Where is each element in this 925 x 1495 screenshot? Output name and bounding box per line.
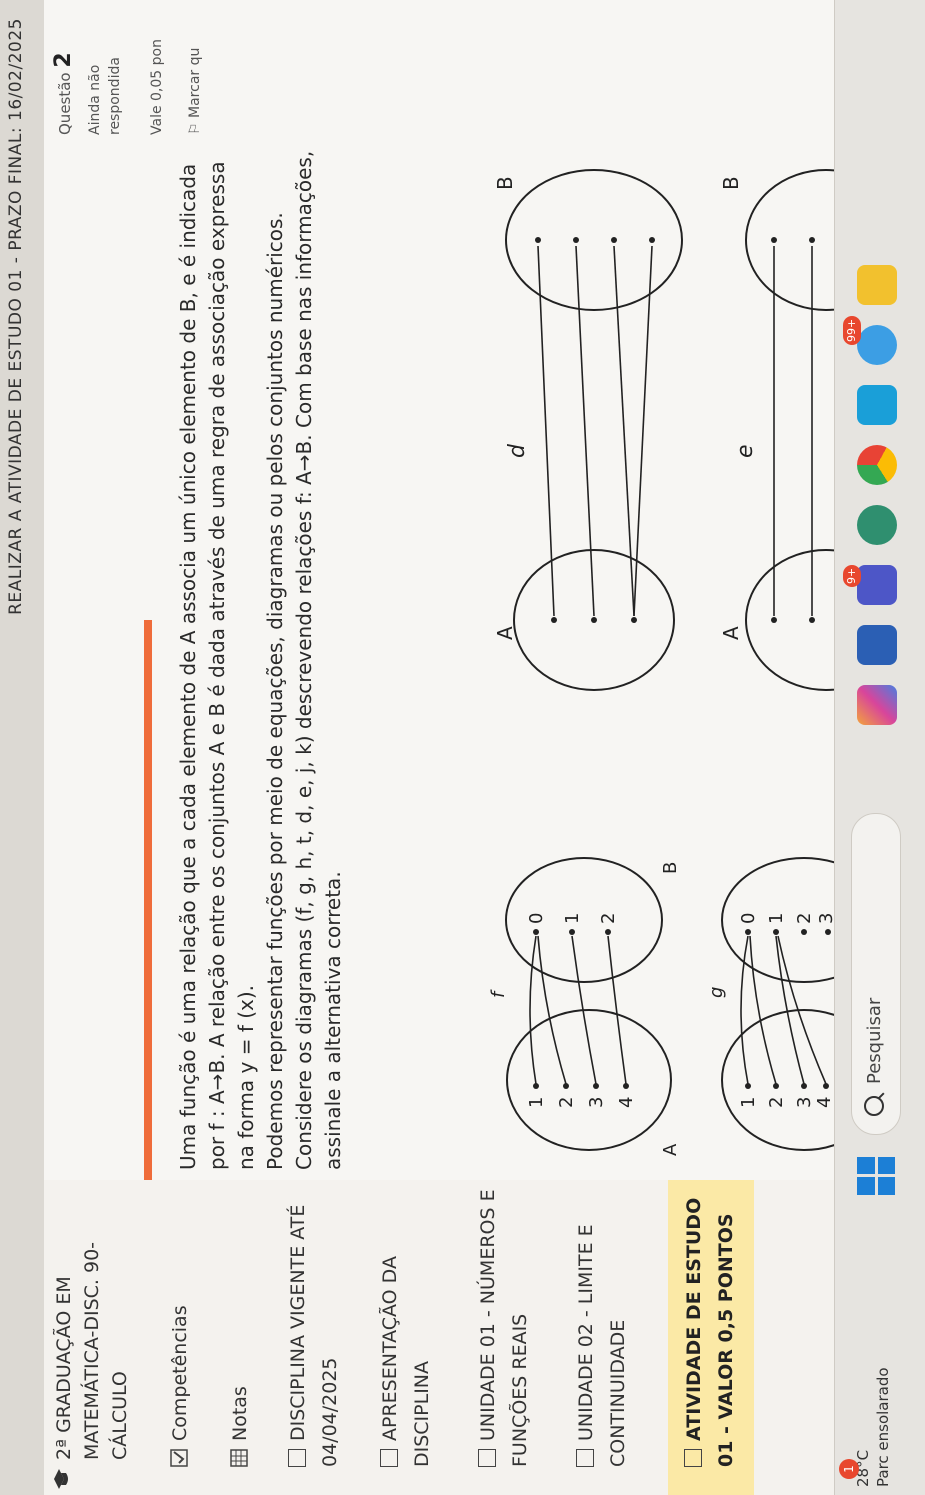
- diagram-g-set-a: [721, 1009, 834, 1151]
- whatsapp-badge: 99+: [843, 315, 861, 345]
- diagram-e-set-a-label: A: [719, 626, 743, 640]
- question-area: Uma função é uma relação que a cada elem…: [44, 0, 834, 1180]
- diagram-e-set-a: [745, 549, 834, 691]
- top-bar: REALIZAR A ATIVIDADE DE ESTUDO 01 - PRAZ…: [0, 0, 44, 1495]
- file-explorer-icon[interactable]: [857, 265, 897, 305]
- diagram-f-set-a-label: A: [660, 1143, 681, 1156]
- browser-edge-icon[interactable]: [857, 505, 897, 545]
- teams-icon[interactable]: [857, 565, 897, 605]
- diagram-g-set-a-items: 1 2 3 4: [738, 1083, 834, 1108]
- chrome-icon[interactable]: [857, 445, 897, 485]
- diagram-d-set-b-label: B: [493, 176, 517, 190]
- whatsapp-icon[interactable]: [857, 325, 897, 365]
- checkbox-icon: [576, 1449, 594, 1467]
- diagram-d: d A B: [493, 169, 683, 691]
- sidebar-item-label: Competências: [169, 1305, 191, 1441]
- diagram-f-set-a-items: 1 2 3 4: [526, 1083, 637, 1108]
- diagram-f: f A B 1 2 3 4 0 1 2: [488, 857, 681, 1156]
- teams-badge: 9+: [843, 564, 861, 587]
- question-text: Uma função é uma relação que a cada elem…: [174, 150, 348, 1170]
- sidebar-item-unidade-01[interactable]: UNIDADE 01 - NÚMEROS E FUNÇÕES REAIS: [472, 1187, 536, 1467]
- diagram-e-set-b: [745, 169, 834, 311]
- diagram-f-a-item: 3: [586, 1097, 607, 1108]
- diagram-f-a-item: 2: [556, 1097, 577, 1108]
- diagram-f-set-b-items: 0 1 2: [526, 913, 619, 935]
- accent-bar: [144, 620, 152, 1180]
- diagram-g-a-item: 3: [794, 1097, 815, 1108]
- question-value: Vale 0,05 pon: [149, 39, 165, 135]
- taskbar-search[interactable]: Pesquisar: [851, 813, 901, 1135]
- diagram-g-b-item: 2: [794, 913, 815, 924]
- question-status: Ainda não respondida: [87, 57, 123, 135]
- diagram-g-a-item: 2: [766, 1097, 787, 1108]
- sidebar-item-label: ATIVIDADE DE ESTUDO 01 - VALOR 0,5 PONTO…: [683, 1197, 737, 1467]
- course-title[interactable]: 2ª GRADUAÇÃO EM MATEMÁTICA-disc. 90- CÁL…: [50, 1185, 134, 1489]
- sidebar-item-unidade-02[interactable]: UNIDADE 02 - LIMITE E CONTINUIDADE: [570, 1187, 634, 1467]
- course-sidebar: 2ª GRADUAÇÃO EM MATEMÁTICA-disc. 90- CÁL…: [44, 1179, 834, 1495]
- diagram-e: e A B: [719, 169, 834, 691]
- sidebar-item-apresentacao[interactable]: APRESENTAÇÃO DA DISCIPLINA: [374, 1187, 438, 1467]
- sidebar-item-label: UNIDADE 02 - LIMITE E CONTINUIDADE: [575, 1224, 629, 1467]
- weather-widget[interactable]: 1 28°C Parc ensolarado: [839, 1367, 893, 1487]
- diagram-e-name: e: [733, 444, 758, 458]
- question-paragraph-2: Podemos representar funções por meio de …: [263, 150, 345, 1170]
- diagram-g-set-b-items: 0 1 2 3: [738, 913, 834, 935]
- diagram-f-name: f: [488, 989, 509, 998]
- diagram-f-b-item: 2: [598, 913, 619, 924]
- windows-taskbar: 1 28°C Parc ensolarado Pesquisar 9+ 99+: [834, 0, 925, 1495]
- diagram-f-a-item: 1: [526, 1097, 547, 1108]
- question-number: Questão 2: [51, 52, 76, 135]
- course-title-text: 2ª GRADUAÇÃO EM MATEMÁTICA-disc. 90- CÁL…: [53, 1241, 131, 1460]
- word-icon[interactable]: [857, 625, 897, 665]
- diagram-f-set-b-label: B: [660, 862, 681, 874]
- diagram-d-set-b: [505, 169, 683, 311]
- question-info: Questão 2 Ainda não respondida Vale 0,05…: [51, 5, 205, 135]
- diagram-g-a-item: 4: [814, 1097, 834, 1108]
- diagram-g-b-item: 0: [738, 913, 759, 924]
- diagram-f-a-item: 4: [616, 1097, 637, 1108]
- diagram-g-b-item: 3: [816, 913, 834, 924]
- diagram-e-set-b-label: B: [719, 176, 743, 190]
- sidebar-item-atividade-01[interactable]: ATIVIDADE DE ESTUDO 01 - VALOR 0,5 PONTO…: [668, 1180, 754, 1495]
- sidebar-item-notas[interactable]: Notas: [224, 1187, 256, 1467]
- notification-count-badge: 1: [839, 1459, 859, 1479]
- copilot-icon[interactable]: [857, 685, 897, 725]
- diagram-d-set-a-label: A: [493, 626, 517, 640]
- checkbox-icon: [684, 1449, 702, 1467]
- sidebar-item-label: UNIDADE 01 - NÚMEROS E FUNÇÕES REAIS: [477, 1189, 531, 1467]
- diagram-g-name: g: [706, 987, 727, 998]
- sidebar-item-label: DISCIPLINA VIGENTE ATÉ 04/04/2025: [287, 1204, 341, 1467]
- question-paragraph-1: Uma função é uma relação que a cada elem…: [176, 161, 258, 1170]
- sidebar-item-disciplina-vigente[interactable]: DISCIPLINA VIGENTE ATÉ 04/04/2025: [282, 1187, 346, 1467]
- diagram-f-b-item: 1: [562, 913, 583, 924]
- sidebar-item-label: Notas: [229, 1386, 251, 1441]
- diagram-f-b-item: 0: [526, 913, 547, 924]
- diagram-g-a-item: 1: [738, 1097, 759, 1108]
- sidebar-item-competencias[interactable]: Competências: [164, 1187, 196, 1467]
- page-header-title: REALIZAR A ATIVIDADE DE ESTUDO 01 - PRAZ…: [6, 18, 26, 615]
- diagram-g: g 1 2 3 4 0 1 2 3: [706, 857, 834, 1151]
- diagram-f-set-a: [506, 1009, 672, 1151]
- sidebar-item-label: APRESENTAÇÃO DA DISCIPLINA: [379, 1256, 433, 1467]
- diagram-g-b-item: 1: [766, 913, 787, 924]
- search-icon: [864, 1096, 884, 1116]
- checkbox-icon: [380, 1449, 398, 1467]
- flag-question-link[interactable]: ⚐ Marcar qu: [185, 5, 205, 135]
- weather-desc: Parc ensolarado: [874, 1367, 892, 1487]
- table-grid-icon: [230, 1449, 248, 1467]
- store-icon[interactable]: [857, 385, 897, 425]
- checkbox-icon: [478, 1449, 496, 1467]
- graduation-cap-icon: [54, 1469, 68, 1489]
- checkbox-checked-icon: [170, 1449, 188, 1467]
- search-placeholder: Pesquisar: [864, 997, 885, 1084]
- checkbox-icon: [288, 1449, 306, 1467]
- diagram-d-name: d: [505, 443, 530, 458]
- flag-icon: ⚐: [187, 122, 203, 135]
- windows-start-icon[interactable]: [857, 1157, 895, 1195]
- diagram-e-arrows: [773, 246, 813, 616]
